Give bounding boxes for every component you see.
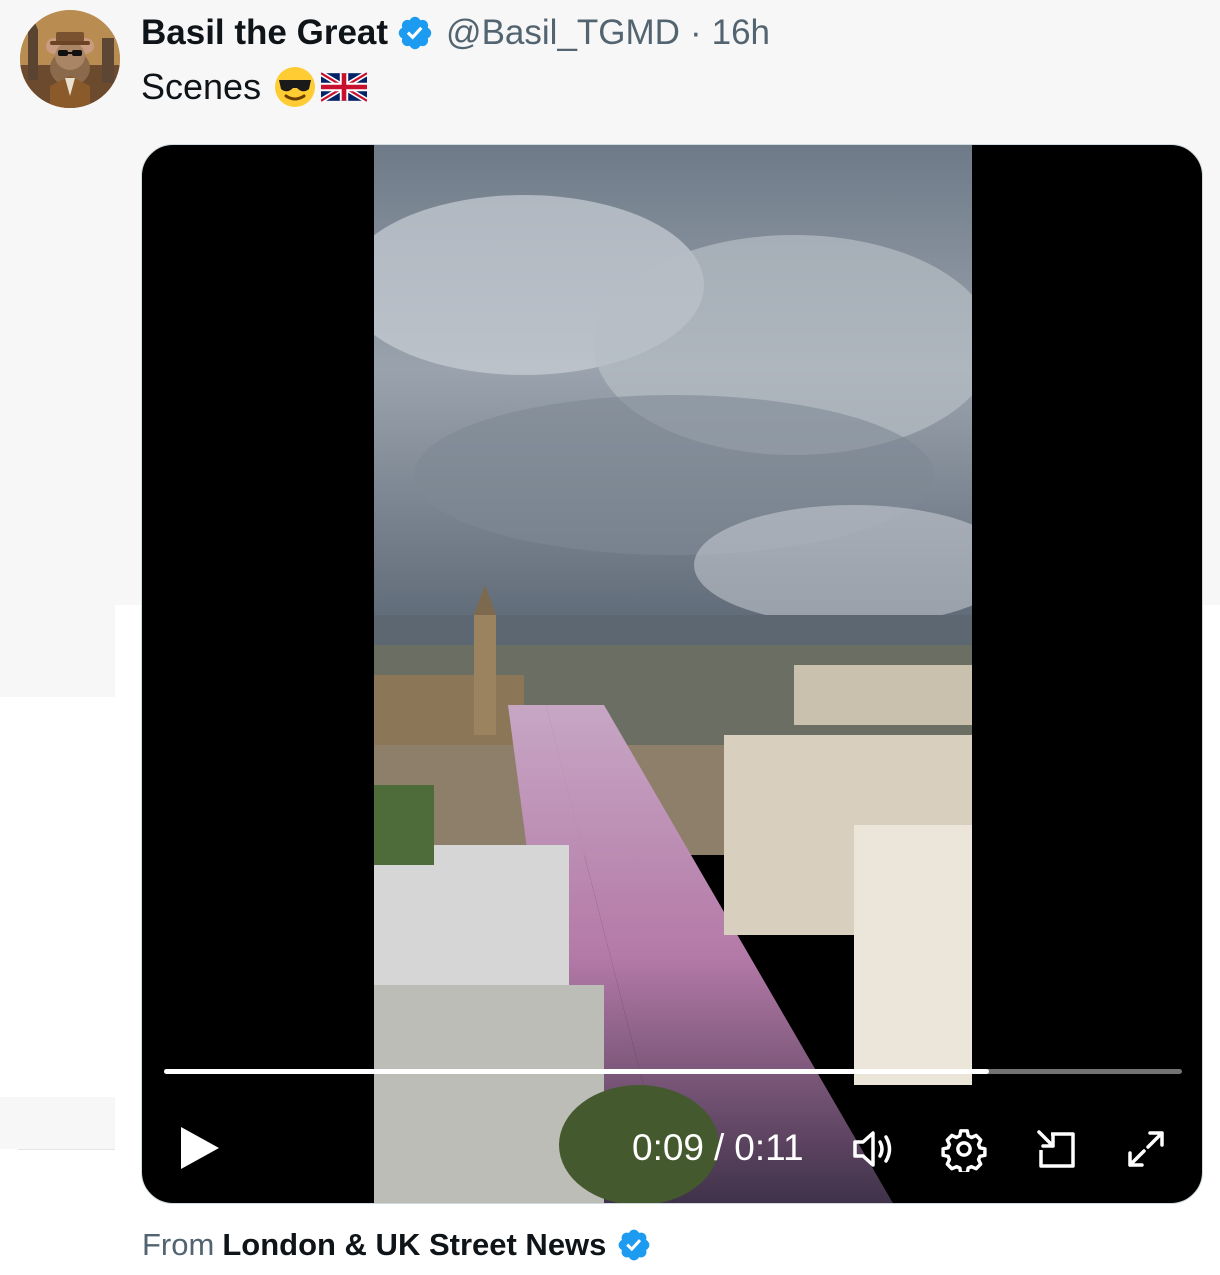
fullscreen-button[interactable] (1120, 1123, 1172, 1175)
volume-icon (853, 1131, 892, 1167)
video-frame[interactable] (374, 145, 972, 1203)
settings-icon (941, 1129, 987, 1172)
tweet-text: Scenes (141, 64, 368, 110)
sunglasses-emoji-icon (275, 67, 316, 107)
time-separator: / (714, 1127, 725, 1168)
verified-badge-icon (619, 1229, 650, 1261)
video-source-attribution: From London & UK Street News (142, 1222, 652, 1268)
video-player[interactable]: 0:09 / 0:11 (141, 144, 1203, 1204)
picture-in-picture-icon (1037, 1130, 1075, 1168)
source-account-link[interactable]: London & UK Street News (222, 1227, 606, 1263)
uk-flag-emoji-icon (321, 70, 368, 104)
avatar[interactable] (20, 10, 120, 108)
separator-dot: · (689, 13, 702, 52)
video-timecode: 0:09 / 0:11 (632, 1125, 804, 1171)
divider (18, 1149, 115, 1150)
author-handle[interactable]: @Basil_TGMD (446, 13, 680, 53)
settings-button[interactable] (938, 1123, 990, 1175)
author-name[interactable]: Basil the Great (141, 13, 388, 53)
current-time: 0:09 (632, 1127, 705, 1168)
fullscreen-icon (1128, 1131, 1164, 1167)
avatar-mouse-detective-image (20, 10, 120, 108)
play-button[interactable] (172, 1120, 228, 1176)
tweet-text-content: Scenes (141, 66, 262, 107)
tweet-header: Basil the Great @Basil_TGMD · 16h (141, 10, 770, 56)
timestamp[interactable]: 16h (712, 13, 770, 53)
volume-button[interactable] (847, 1123, 899, 1175)
page-background-strip (0, 605, 115, 697)
progress-bar-fill (164, 1069, 989, 1074)
duration: 0:11 (734, 1127, 804, 1168)
video-thumbnail-image (374, 145, 972, 1203)
page-background-strip (0, 1097, 115, 1149)
play-icon (181, 1127, 219, 1169)
verified-badge-icon[interactable] (396, 14, 434, 52)
progress-bar[interactable] (164, 1069, 1182, 1074)
picture-in-picture-button[interactable] (1030, 1123, 1082, 1175)
source-prefix: From (142, 1227, 215, 1262)
